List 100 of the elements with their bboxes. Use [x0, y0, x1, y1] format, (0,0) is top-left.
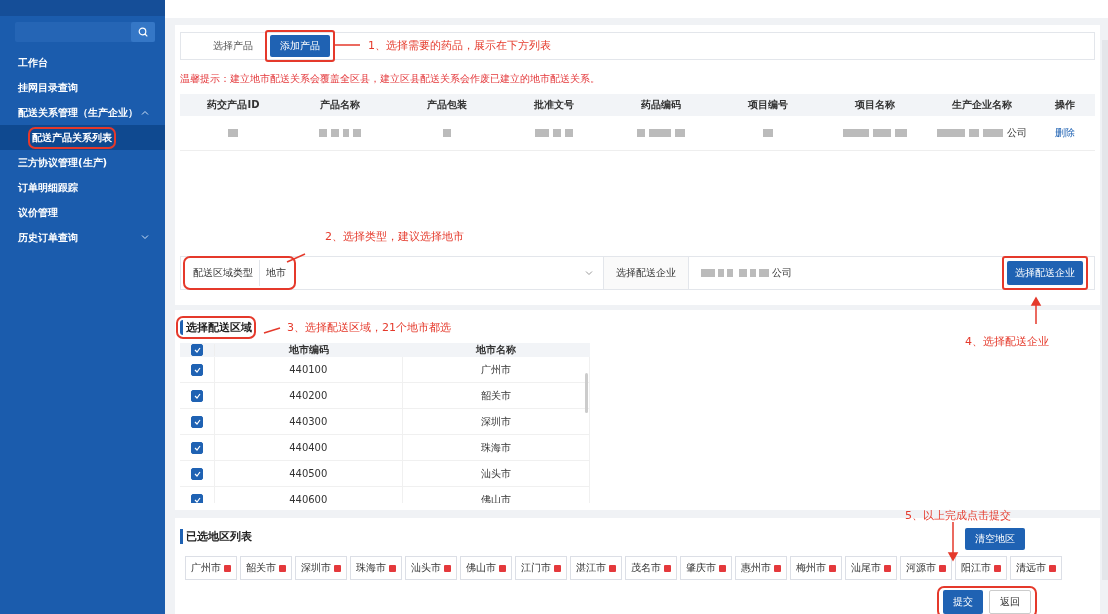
redacted-block: [982, 128, 1003, 137]
column-header: 地市编码: [287, 343, 330, 357]
column-header: 项目编号: [746, 97, 789, 112]
table-cell: 公司: [1006, 125, 1027, 140]
redacted-block: [894, 128, 907, 137]
checkbox[interactable]: [191, 363, 203, 376]
column-header: 项目名称: [853, 97, 896, 112]
sidebar-item[interactable]: 订单明细跟踪: [0, 175, 165, 200]
delete-icon[interactable]: [224, 564, 231, 572]
redacted-block: [762, 128, 773, 137]
column-header: 产品包装: [426, 97, 469, 112]
region-tag[interactable]: 湛江市: [570, 556, 622, 580]
column-header: 地市名称: [475, 343, 518, 357]
table-cell: 440300: [215, 409, 403, 434]
section-title: 已选地区列表: [180, 529, 252, 544]
delete-icon[interactable]: [939, 564, 946, 572]
table-cell: 440600: [215, 487, 403, 503]
column-header: 药品编码: [639, 97, 682, 112]
region-tag[interactable]: 惠州市: [735, 556, 787, 580]
checkbox[interactable]: [191, 415, 203, 428]
region-tag[interactable]: 茂名市: [625, 556, 677, 580]
select-value[interactable]: 地市: [260, 266, 292, 280]
delete-icon[interactable]: [884, 564, 891, 572]
annotation-arrow: [948, 522, 958, 560]
table-cell: 珠海市: [402, 435, 590, 460]
region-tag[interactable]: 韶关市: [240, 556, 292, 580]
delete-icon[interactable]: [389, 564, 396, 572]
delete-icon[interactable]: [994, 564, 1001, 572]
field-label: 选择产品: [212, 38, 253, 53]
search-field[interactable]: [15, 22, 155, 42]
redacted-block: [648, 128, 671, 137]
redacted-block: [443, 128, 452, 137]
redacted-block: [872, 128, 891, 137]
sidebar-subitem[interactable]: 配送产品关系列表: [0, 125, 165, 150]
redacted-block: [968, 128, 979, 137]
delete-icon[interactable]: [609, 564, 616, 572]
add-product-button[interactable]: 添加产品: [270, 34, 330, 57]
search-icon: [138, 27, 148, 37]
column-header: 批准文号: [533, 97, 576, 112]
delete-icon[interactable]: [829, 564, 836, 572]
table-cell: 440400: [215, 435, 403, 460]
redacted-block: [701, 269, 715, 277]
annotation-arrow: [1031, 298, 1041, 326]
sidebar-item[interactable]: 配送关系管理（生产企业）: [0, 100, 165, 125]
delete-icon[interactable]: [664, 564, 671, 572]
table-cell: 440200: [215, 383, 403, 408]
search-button[interactable]: [131, 22, 155, 42]
delete-link[interactable]: 删除: [1055, 125, 1075, 140]
column-header: 产品名称: [319, 97, 362, 112]
submit-button[interactable]: 提交: [943, 590, 983, 614]
checkbox[interactable]: [191, 441, 203, 454]
checkbox[interactable]: [191, 389, 203, 402]
redacted-block: [535, 128, 550, 137]
region-tag[interactable]: 珠海市: [350, 556, 402, 580]
region-tag[interactable]: 阳江市: [955, 556, 1007, 580]
redacted-block: [636, 128, 645, 137]
sidebar-item[interactable]: 历史订单查询: [0, 225, 165, 250]
region-tag[interactable]: 佛山市: [460, 556, 512, 580]
region-tag[interactable]: 深圳市: [295, 556, 347, 580]
field-label: 选择配送企业: [604, 257, 689, 289]
region-tag[interactable]: 河源市: [900, 556, 952, 580]
region-tag[interactable]: 肇庆市: [680, 556, 732, 580]
sidebar-item[interactable]: 三方协议管理(生产): [0, 150, 165, 175]
region-tag[interactable]: 广州市: [185, 556, 237, 580]
redacted-block: [228, 128, 239, 137]
notice-text: 温馨提示：建立地市配送关系会覆盖全区县，建立区县配送关系会作废已建立的地市配送关系。: [180, 71, 601, 86]
delete-icon[interactable]: [499, 564, 506, 572]
region-tag[interactable]: 清远市: [1010, 556, 1062, 580]
table-cell: 440100: [215, 357, 403, 382]
delete-icon[interactable]: [1049, 564, 1056, 572]
scrollbar[interactable]: [585, 373, 588, 413]
column-header: 生产企业名称: [950, 97, 1013, 112]
delete-icon[interactable]: [444, 564, 451, 572]
checkbox[interactable]: [191, 493, 203, 503]
delete-icon[interactable]: [774, 564, 781, 572]
region-tag[interactable]: 梅州市: [790, 556, 842, 580]
field-label: 配送区域类型: [187, 260, 260, 286]
checkbox[interactable]: [191, 467, 203, 480]
region-tag[interactable]: 汕尾市: [845, 556, 897, 580]
region-tag[interactable]: 江门市: [515, 556, 567, 580]
region-tag[interactable]: 汕头市: [405, 556, 457, 580]
delete-icon[interactable]: [719, 564, 726, 572]
table-cell: 佛山市: [402, 487, 590, 503]
delete-icon[interactable]: [279, 564, 286, 572]
chevron-icon: [141, 110, 149, 115]
redacted-block: [936, 128, 965, 137]
select-enterprise-button[interactable]: 选择配送企业: [1007, 261, 1083, 285]
column-header: 药交产品ID: [206, 97, 261, 112]
annotation-text: 4、选择配送企业: [965, 334, 1049, 349]
sidebar-item[interactable]: 议价管理: [0, 200, 165, 225]
checkbox[interactable]: [191, 344, 203, 356]
back-button[interactable]: 返回: [989, 590, 1031, 614]
sidebar-item[interactable]: 工作台: [0, 50, 165, 75]
annotation-text: 1、选择需要的药品，展示在下方列表: [368, 38, 551, 53]
sidebar-item[interactable]: 挂网目录查询: [0, 75, 165, 100]
clear-button[interactable]: 清空地区: [965, 528, 1025, 550]
delete-icon[interactable]: [554, 564, 561, 572]
delete-icon[interactable]: [334, 564, 341, 572]
annotation-text: 2、选择类型，建议选择地市: [325, 229, 464, 244]
table-cell: 汕头市: [402, 461, 590, 486]
